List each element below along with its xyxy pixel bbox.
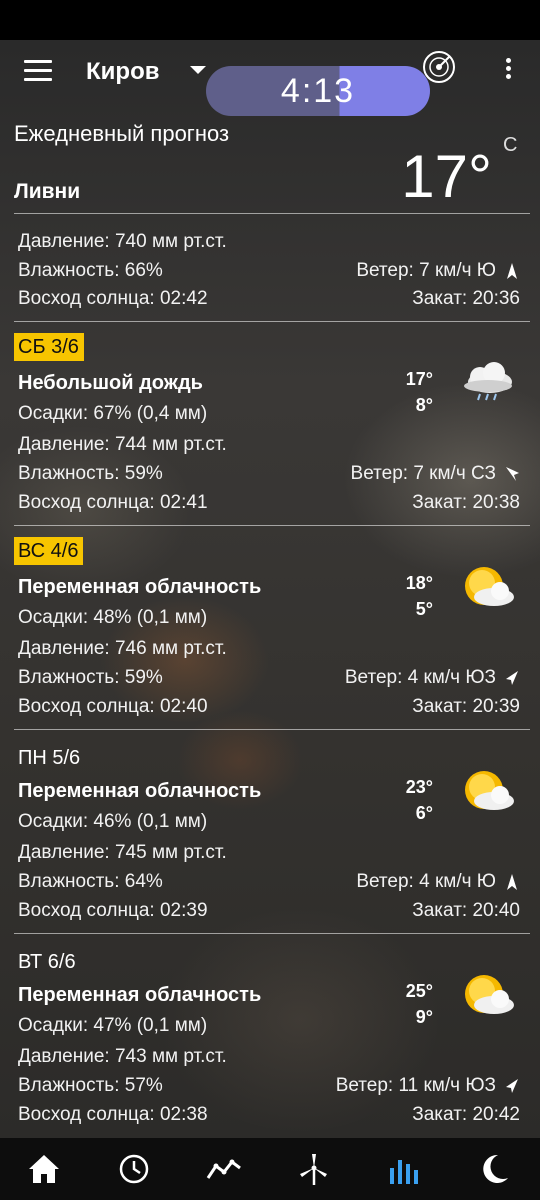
day-humidity-wind-row: Влажность: 64% Ветер: 4 км/ч Ю	[18, 871, 520, 893]
day-label: ВТ 6/6	[18, 951, 76, 973]
divider	[14, 213, 530, 214]
day-label: ПН 5/6	[18, 747, 81, 769]
wind-text: Ветер: 4 км/ч ЮЗ	[344, 667, 496, 688]
sunset-text: Закат: 20:42	[412, 1104, 520, 1125]
day-humidity-wind-row: Влажность: 59% Ветер: 7 км/ч СЗ	[18, 463, 520, 485]
day-condition: Переменная облачность	[18, 576, 262, 598]
divider	[14, 321, 530, 322]
bars-icon[interactable]	[386, 1152, 422, 1186]
clock-icon[interactable]	[116, 1152, 152, 1186]
humidity-text: Влажность: 59%	[18, 463, 163, 484]
day-sun-row: Восход солнца: 02:38 Закат: 20:42	[18, 1104, 520, 1126]
wind-turbine-icon[interactable]	[296, 1152, 332, 1186]
moon-icon[interactable]	[476, 1152, 512, 1186]
day-pressure-row: Давление: 744 мм рт.ст.	[18, 434, 520, 456]
current-sun-row: Восход солнца: 02:42 Закат: 20:36	[18, 288, 520, 310]
day-pressure-row: Давление: 745 мм рт.ст.	[18, 842, 520, 864]
day-precip-row: Осадки: 48% (0,1 мм)	[18, 607, 520, 629]
partly-cloudy-icon	[465, 567, 514, 606]
day-label: ВС 4/6	[14, 537, 84, 565]
day-sun-row: Восход солнца: 02:39 Закат: 20:40	[18, 900, 520, 922]
wind-text: Ветер: 7 км/ч СЗ	[350, 463, 496, 484]
wind-arrow-nw-icon	[506, 467, 519, 481]
divider	[14, 933, 530, 934]
rain-cloud-icon	[464, 362, 512, 401]
precip-text: Осадки: 46% (0,1 мм)	[18, 811, 208, 832]
precip-text: Осадки: 47% (0,1 мм)	[18, 1015, 208, 1036]
sunrise-text: Восход солнца: 02:41	[18, 492, 208, 513]
pressure-text: Давление: 744 мм рт.ст.	[18, 434, 227, 455]
partly-cloudy-icon	[465, 975, 514, 1014]
day-condition: Небольшой дождь	[18, 372, 203, 394]
wind-text: Ветер: 7 км/ч Ю	[356, 260, 496, 281]
precip-text: Осадки: 67% (0,4 мм)	[18, 403, 208, 424]
menu-line	[24, 69, 52, 72]
sunrise-text: Восход солнца: 02:39	[18, 900, 208, 921]
chevron-down-icon[interactable]	[190, 66, 206, 74]
day-humidity-wind-row: Влажность: 59% Ветер: 4 км/ч ЮЗ	[18, 667, 520, 689]
precip-text: Осадки: 48% (0,1 мм)	[18, 607, 208, 628]
day-high-temp: 18°	[405, 573, 433, 593]
status-bar	[0, 0, 540, 40]
humidity-text: Влажность: 66%	[18, 260, 163, 281]
more-options-icon[interactable]	[498, 58, 518, 84]
menu-line	[24, 60, 52, 63]
humidity-text: Влажность: 59%	[18, 667, 163, 688]
day-pressure-row: Давление: 743 мм рт.ст.	[18, 1046, 520, 1068]
bottom-navigation	[0, 1138, 540, 1200]
day-sun-row: Восход солнца: 02:41 Закат: 20:38	[18, 492, 520, 514]
sunset-text: Закат: 20:39	[412, 696, 520, 717]
pressure-text: Давление: 746 мм рт.ст.	[18, 638, 227, 659]
day-condition: Переменная облачность	[18, 984, 262, 1006]
sunrise-text: Восход солнца: 02:42	[18, 288, 208, 309]
day-humidity-wind-row: Влажность: 57% Ветер: 11 км/ч ЮЗ	[18, 1075, 520, 1097]
temperature-unit[interactable]: C	[503, 134, 517, 157]
current-condition: Ливни	[14, 180, 81, 203]
humidity-text: Влажность: 57%	[18, 1075, 163, 1096]
day-sun-row: Восход солнца: 02:40 Закат: 20:39	[18, 696, 520, 718]
day-precip-row: Осадки: 47% (0,1 мм)	[18, 1015, 520, 1037]
sunset-text: Закат: 20:38	[412, 492, 520, 513]
wind-arrow-sw-icon	[506, 1079, 518, 1093]
divider	[14, 729, 530, 730]
menu-button[interactable]	[24, 60, 52, 82]
chart-icon[interactable]	[206, 1152, 242, 1186]
sunrise-text: Восход солнца: 02:40	[18, 696, 208, 717]
current-humidity-wind-row: Влажность: 66% Ветер: 7 км/ч Ю	[18, 260, 520, 282]
pressure-text: Давление: 745 мм рт.ст.	[18, 842, 227, 863]
day-precip-row: Осадки: 67% (0,4 мм)	[18, 403, 520, 425]
sunset-text: Закат: 20:36	[412, 288, 520, 309]
day-pressure-row: Давление: 746 мм рт.ст.	[18, 638, 520, 660]
current-pressure: Давление: 740 мм рт.ст.	[18, 231, 520, 253]
menu-line	[24, 78, 52, 81]
pressure-text: Давление: 743 мм рт.ст.	[18, 1046, 227, 1067]
city-selector[interactable]: Киров	[86, 58, 159, 86]
wind-arrow-s-icon	[507, 874, 517, 890]
day-label: СБ 3/6	[14, 333, 84, 361]
humidity-text: Влажность: 64%	[18, 871, 163, 892]
divider	[14, 525, 530, 526]
day-high-temp: 23°	[405, 777, 433, 797]
day-high-temp: 17°	[405, 369, 433, 389]
wind-text: Ветер: 11 км/ч ЮЗ	[335, 1075, 496, 1096]
day-precip-row: Осадки: 46% (0,1 мм)	[18, 811, 520, 833]
pressure-text: Давление: 740 мм рт.ст.	[18, 231, 227, 252]
section-title: Ежедневный прогноз	[14, 121, 230, 146]
partly-cloudy-icon	[465, 771, 514, 810]
clock-widget: 4:13	[206, 66, 430, 116]
wind-arrow-sw-icon	[506, 671, 518, 685]
wind-text: Ветер: 4 км/ч Ю	[356, 871, 496, 892]
day-high-temp: 25°	[405, 981, 433, 1001]
home-icon[interactable]	[26, 1152, 62, 1186]
sunset-text: Закат: 20:40	[412, 900, 520, 921]
current-temperature: 17°	[401, 143, 492, 210]
sunrise-text: Восход солнца: 02:38	[18, 1104, 208, 1125]
clock-time: 4:13	[280, 72, 356, 110]
wind-arrow-s-icon	[507, 263, 517, 279]
radar-icon[interactable]	[422, 50, 456, 84]
day-condition: Переменная облачность	[18, 780, 262, 802]
